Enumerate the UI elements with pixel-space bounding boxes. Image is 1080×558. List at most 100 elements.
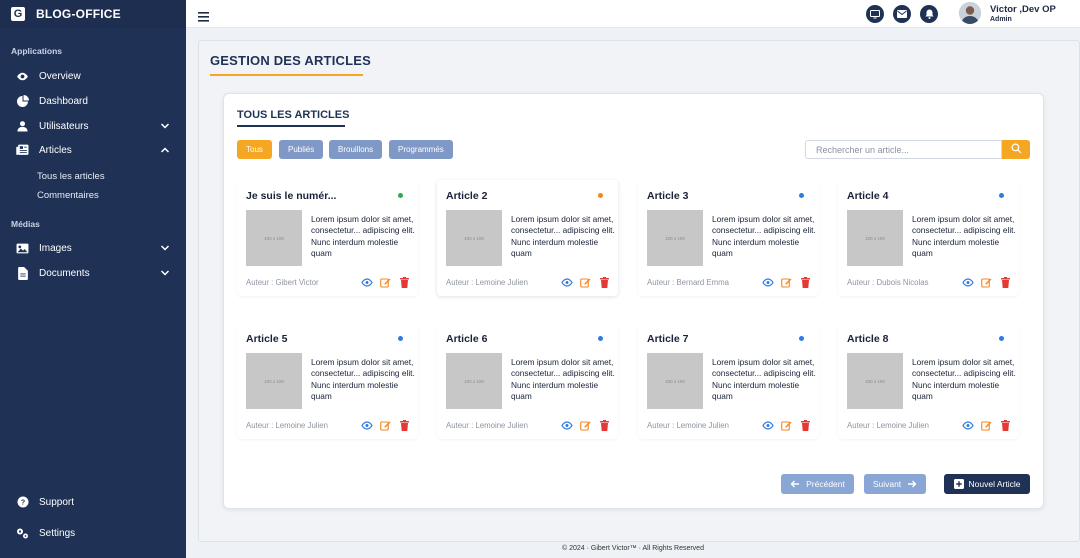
sidebar-item-settings[interactable]: Settings xyxy=(0,522,186,544)
view-icon[interactable] xyxy=(360,419,373,432)
document-icon xyxy=(16,266,29,280)
sidebar-item-dashboard[interactable]: Dashboard xyxy=(0,90,186,112)
delete-icon[interactable] xyxy=(999,276,1012,289)
article-card[interactable]: Article 3 100 x 100 Lorem ipsum dolor sit … xyxy=(638,180,819,296)
page-title: GESTION DES ARTICLES xyxy=(210,53,371,68)
sidebar-item-images[interactable]: Images xyxy=(0,237,186,259)
sidebar-item-label: Articles xyxy=(39,144,72,156)
view-icon[interactable] xyxy=(360,276,373,289)
article-title[interactable]: Article 5 xyxy=(246,333,396,345)
card-title-underline xyxy=(237,125,345,127)
sidebar-item-utilisateurs[interactable]: Utilisateurs xyxy=(0,115,186,137)
delete-icon[interactable] xyxy=(398,419,411,432)
article-card[interactable]: Je suis le numér... 100 x 100 Lorem ipsum … xyxy=(237,180,418,296)
title-underline xyxy=(210,74,363,76)
new-article-button[interactable]: Nouvel Article xyxy=(944,474,1030,494)
edit-icon[interactable] xyxy=(780,276,793,289)
next-button[interactable]: Suivant xyxy=(864,474,926,494)
sidebar-item-label: Settings xyxy=(39,527,76,539)
next-label: Suivant xyxy=(872,479,902,489)
view-icon[interactable] xyxy=(761,276,774,289)
article-title[interactable]: Je suis le numér... xyxy=(246,190,396,202)
sidebar: G BLOG-OFFICE Applications Overview Dash… xyxy=(0,0,186,558)
article-title[interactable]: Article 6 xyxy=(446,333,596,345)
delete-icon[interactable] xyxy=(398,276,411,289)
sidebar-item-documents[interactable]: Documents xyxy=(0,262,186,284)
filter-publies[interactable]: Publiés xyxy=(279,140,324,159)
user-icon xyxy=(16,120,29,133)
user-name: Victor ,Dev OP xyxy=(990,4,1056,15)
section-medias: Médias xyxy=(11,219,40,229)
brand[interactable]: G BLOG-OFFICE xyxy=(0,0,186,28)
article-card[interactable]: Article 5 100 x 100 Lorem ipsum dolor sit … xyxy=(237,323,418,439)
edit-icon[interactable] xyxy=(379,276,392,289)
article-thumbnail: 100 x 100 xyxy=(647,210,703,266)
article-thumbnail: 100 x 100 xyxy=(446,353,502,409)
chevron-up-icon xyxy=(160,145,170,158)
sidebar-subitem-commentaires[interactable]: Commentaires xyxy=(37,190,99,201)
article-card[interactable]: Article 8 100 x 100 Lorem ipsum dolor sit … xyxy=(838,323,1019,439)
sidebar-item-label: Support xyxy=(39,496,75,508)
article-title[interactable]: Article 4 xyxy=(847,190,997,202)
monitor-icon[interactable] xyxy=(866,5,884,23)
view-icon[interactable] xyxy=(961,419,974,432)
prev-button[interactable]: Précédent xyxy=(781,474,854,494)
bell-icon[interactable] xyxy=(920,5,938,23)
sidebar-item-label: Overview xyxy=(39,70,81,82)
edit-icon[interactable] xyxy=(379,419,392,432)
svg-text:?: ? xyxy=(20,500,24,507)
delete-icon[interactable] xyxy=(799,419,812,432)
delete-icon[interactable] xyxy=(598,419,611,432)
delete-icon[interactable] xyxy=(598,276,611,289)
article-excerpt: Lorem ipsum dolor sit amet, consectetur.… xyxy=(511,357,615,401)
view-icon[interactable] xyxy=(961,276,974,289)
view-icon[interactable] xyxy=(560,276,573,289)
article-title[interactable]: Article 8 xyxy=(847,333,997,345)
article-excerpt: Lorem ipsum dolor sit amet, consectetur.… xyxy=(912,214,1016,258)
sidebar-item-support[interactable]: ? Support xyxy=(0,491,186,513)
delete-icon[interactable] xyxy=(799,276,812,289)
mail-icon[interactable] xyxy=(893,5,911,23)
search-button[interactable] xyxy=(1002,140,1030,159)
article-card[interactable]: Article 6 100 x 100 Lorem ipsum dolor sit … xyxy=(437,323,618,439)
article-title[interactable]: Article 2 xyxy=(446,190,596,202)
user-role: Admin xyxy=(990,16,1012,23)
delete-icon[interactable] xyxy=(999,419,1012,432)
article-card[interactable]: Article 7 100 x 100 Lorem ipsum dolor sit … xyxy=(638,323,819,439)
avatar[interactable] xyxy=(959,2,981,24)
filter-tous[interactable]: Tous xyxy=(237,140,272,159)
sidebar-item-overview[interactable]: Overview xyxy=(0,65,186,87)
sidebar-item-label: Documents xyxy=(39,267,90,279)
sidebar-item-articles[interactable]: Articles xyxy=(0,139,186,161)
article-thumbnail: 100 x 100 xyxy=(246,210,302,266)
view-icon[interactable] xyxy=(560,419,573,432)
filter-brouillons[interactable]: Brouillons xyxy=(329,140,383,159)
edit-icon[interactable] xyxy=(780,419,793,432)
status-dot xyxy=(799,336,804,341)
eye-icon xyxy=(16,70,29,83)
edit-icon[interactable] xyxy=(980,276,993,289)
arrow-left-icon xyxy=(790,480,800,488)
article-author: Auteur : Lemoine Julien xyxy=(446,278,528,287)
article-author: Auteur : Lemoine Julien xyxy=(647,421,729,430)
status-dot xyxy=(598,336,603,341)
edit-icon[interactable] xyxy=(980,419,993,432)
article-author: Auteur : Bernard Emma xyxy=(647,278,729,287)
article-title[interactable]: Article 3 xyxy=(647,190,797,202)
view-icon[interactable] xyxy=(761,419,774,432)
edit-icon[interactable] xyxy=(579,419,592,432)
arrow-right-icon xyxy=(907,480,917,488)
article-excerpt: Lorem ipsum dolor sit amet, consectetur.… xyxy=(311,357,415,401)
search-icon xyxy=(1010,141,1022,159)
status-dot xyxy=(398,193,403,198)
article-card[interactable]: Article 2 100 x 100 Lorem ipsum dolor sit … xyxy=(437,180,618,296)
menu-toggle-icon[interactable] xyxy=(198,9,209,27)
edit-icon[interactable] xyxy=(579,276,592,289)
status-dot xyxy=(398,336,403,341)
article-thumbnail: 100 x 100 xyxy=(847,353,903,409)
sidebar-subitem-tous-les-articles[interactable]: Tous les articles xyxy=(37,171,105,182)
filter-programmes[interactable]: Programmés xyxy=(389,140,453,159)
search-input[interactable] xyxy=(805,140,1002,159)
article-title[interactable]: Article 7 xyxy=(647,333,797,345)
article-card[interactable]: Article 4 100 x 100 Lorem ipsum dolor sit … xyxy=(838,180,1019,296)
